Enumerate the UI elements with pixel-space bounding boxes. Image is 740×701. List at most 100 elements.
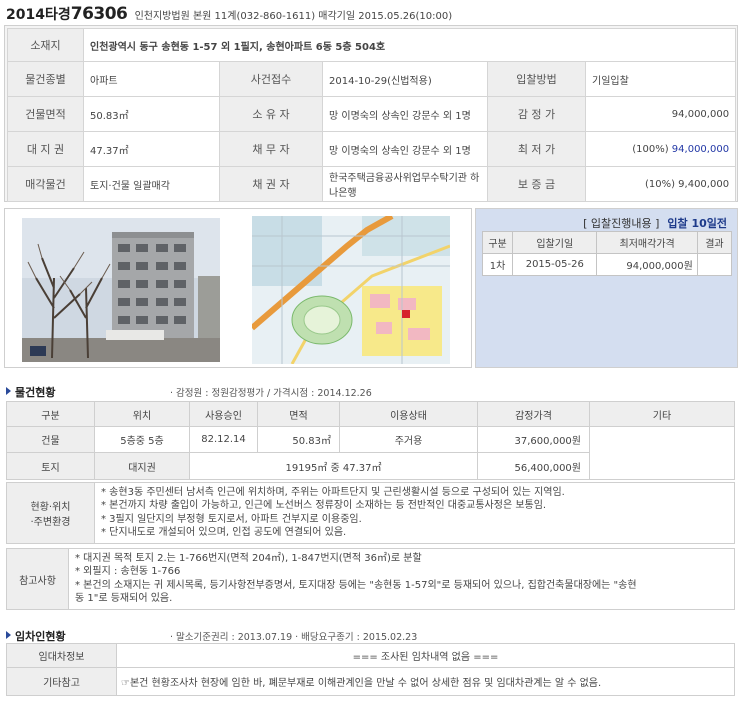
case-header: 2014타경76306 인천지방법원 본원 11계(032-860-1611) … [6, 4, 736, 24]
bid-col-date: 입찰기일 [512, 231, 598, 254]
tenant-info-row: 임대차정보 === 조사된 임차내역 없음 === [6, 643, 735, 668]
status-col-use: 이용상태 [339, 401, 478, 427]
case-info-table: 소재지 인천광역시 동구 송현동 1-57 외 1필지, 송현아파트 6동 5층… [7, 28, 737, 202]
status-title-text: 물건현황 [15, 386, 56, 399]
bid-progress-title: [ 입찰진행내용 ] 입찰 10일전 [583, 215, 727, 231]
surroundings-label-line2: ·주변환경 [30, 517, 71, 528]
building-use: 주거용 [339, 426, 478, 453]
building-approval: 82.12.14 [189, 426, 258, 453]
tenant-etc-value: ☞본건 현황조사차 현장에 임한 바, 폐문부재로 이해관계인을 만날 수 없어… [116, 667, 735, 696]
bid-result [696, 253, 733, 276]
owner-value: 망 이명숙의 상속인 강문수 외 1명 [322, 96, 488, 132]
debtor-value: 망 이명숙의 상속인 강문수 외 1명 [322, 131, 488, 167]
deposit-value: (10%) 9,400,000 [584, 166, 737, 202]
bid-date: 2015-05-26 [512, 253, 598, 276]
tenant-table: 임대차정보 === 조사된 임차내역 없음 === 기타참고 ☞본건 현황조사차… [6, 643, 735, 696]
reference-text: * 대지권 목적 토지 2.는 1-766번지(면적 204㎡), 1-847번… [68, 548, 735, 610]
bid-method-label: 입찰방법 [487, 61, 586, 97]
minimum-price-value: (100%) 94,000,000 [584, 131, 737, 167]
sale-object-label: 매각물건 [7, 166, 84, 202]
tenant-info-label: 임대차정보 [6, 643, 117, 668]
appraisal-value: 94,000,000 [584, 96, 737, 132]
location-map[interactable] [252, 216, 450, 364]
status-col-price: 감정가격 [477, 401, 590, 427]
tenant-info-value: === 조사된 임차내역 없음 === [116, 643, 735, 668]
bid-col-price: 최저매각가격 [596, 231, 698, 254]
court-info: 인천지방법원 본원 11계(032-860-1611) 매각기일 2015.05… [134, 11, 453, 22]
case-number: 76306 [70, 4, 128, 24]
bid-table: 구분 입찰기일 최저매각가격 결과 1차 2015-05-26 94,000,0… [481, 231, 733, 276]
minimum-price-amount: 94,000,000 [671, 143, 730, 155]
bid-countdown: 입찰 10일전 [667, 217, 727, 230]
property-type-label: 물건종별 [7, 61, 84, 97]
building-area: 50.83㎡ [257, 426, 340, 453]
reference-label: 참고사항 [6, 548, 69, 610]
tenant-etc-label: 기타참고 [6, 667, 117, 696]
address-label: 소재지 [7, 28, 84, 62]
photo-panel [4, 208, 472, 368]
surroundings-label-line1: 현황·위치 [30, 502, 71, 513]
bid-method-value: 기일입찰 [584, 61, 737, 97]
creditor-label: 채 권 자 [219, 166, 323, 202]
status-col-location: 위치 [94, 401, 190, 427]
status-col-etc: 기타 [589, 401, 735, 427]
bid-col-round: 구분 [481, 231, 514, 254]
status-table: 구분 위치 사용승인 면적 이용상태 감정가격 기타 건물 5층중 5층 82.… [6, 401, 735, 480]
surroundings-line: * 단지내도로 개설되어 있으며, 인접 공도에 연결되어 있음. [101, 526, 347, 538]
creditor-value: 한국주택금융공사위업무수탁기관 하나은행 [322, 166, 488, 202]
land-price: 56,400,000원 [477, 452, 590, 480]
land-type: 토지 [6, 452, 95, 480]
bid-price: 94,000,000원 [596, 253, 698, 276]
bid-col-result: 결과 [696, 231, 733, 254]
reference-line: 동 1"로 등재되어 있음. [75, 592, 173, 604]
status-col-area: 면적 [257, 401, 340, 427]
status-row-building: 건물 5층중 5층 82.12.14 50.83㎡ 주거용 37,600,000… [6, 426, 735, 480]
debtor-label: 채 무 자 [219, 131, 323, 167]
case-info-panel: 소재지 인천광역시 동구 송현동 1-57 외 1필지, 송현아파트 6동 5층… [4, 25, 738, 202]
owner-label: 소 유 자 [219, 96, 323, 132]
tenant-section-subtitle: · 말소기준권리 : 2013.07.19 · 배당요구종기 : 2015.02… [170, 632, 418, 643]
building-type: 건물 [6, 426, 95, 453]
building-location: 5층중 5층 [94, 426, 190, 453]
address-value: 인천광역시 동구 송현동 1-57 외 1필지, 송현아파트 6동 5층 504… [82, 28, 737, 62]
bid-progress-panel: [ 입찰진행내용 ] 입찰 10일전 구분 입찰기일 최저매각가격 결과 1차 2… [475, 208, 738, 368]
land-area: 19195㎡ 중 47.37㎡ [189, 452, 478, 480]
surroundings-line: * 3필지 일단지의 부정형 토지로서, 아파트 건부지로 이용중임. [101, 513, 362, 525]
reference-line: * 본건의 소재지는 귀 제시목록, 등기사항전부증명서, 토지대장 등에는 "… [75, 579, 637, 591]
tenant-etc-row: 기타참고 ☞본건 현황조사차 현장에 임한 바, 폐문부재로 이해관계인을 만날… [6, 667, 735, 696]
status-col-approval: 사용승인 [189, 401, 258, 427]
bid-row: 1차 2015-05-26 94,000,000원 [481, 253, 733, 276]
reference-line: * 외필지 : 송현동 1-766 [75, 566, 181, 578]
building-area-value: 50.83㎡ [83, 96, 220, 132]
surroundings-text: * 송현3동 주민센터 남서측 인근에 위치하며, 주위는 아파트단지 및 근린… [94, 482, 735, 544]
property-type-value: 아파트 [83, 61, 220, 97]
land-location: 대지권 [94, 452, 190, 480]
bid-progress-heading: [ 입찰진행내용 ] [583, 217, 660, 230]
surroundings-label: 현황·위치 ·주변환경 [6, 482, 95, 544]
sale-object-value: 토지·건물 일괄매각 [83, 166, 220, 202]
status-col-type: 구분 [6, 401, 95, 427]
tenant-section-title: 임차인현황 [6, 628, 66, 644]
status-etc-cell [589, 426, 735, 480]
case-year: 2014타경 [6, 7, 71, 23]
status-section-subtitle: · 감정원 : 정원감정평가 / 가격시점 : 2014.12.26 [170, 388, 372, 399]
tenant-title-text: 임차인현황 [15, 630, 66, 643]
surroundings-table: 현황·위치 ·주변환경 * 송현3동 주민센터 남서측 인근에 위치하며, 주위… [6, 482, 735, 544]
building-photo[interactable] [22, 218, 220, 362]
surroundings-line: * 본건까지 차량 출입이 가능하고, 인근에 노선버스 정류장이 소재하는 등… [101, 500, 547, 512]
case-receipt-label: 사건접수 [219, 61, 323, 97]
land-right-value: 47.37㎡ [83, 131, 220, 167]
status-section-title: 물건현황 [6, 384, 55, 400]
minimum-price-label: 최 저 가 [487, 131, 586, 167]
bid-round: 1차 [481, 253, 514, 276]
building-area-label: 건물면적 [7, 96, 84, 132]
deposit-label: 보 증 금 [487, 166, 586, 202]
case-receipt-value: 2014-10-29(신법적용) [322, 61, 488, 97]
surroundings-line: * 송현3동 주민센터 남서측 인근에 위치하며, 주위는 아파트단지 및 근린… [101, 487, 565, 498]
reference-table: 참고사항 * 대지권 목적 토지 2.는 1-766번지(면적 204㎡), 1… [6, 548, 735, 610]
appraisal-label: 감 정 가 [487, 96, 586, 132]
minimum-price-percent: (100%) [632, 143, 669, 155]
reference-line: * 대지권 목적 토지 2.는 1-766번지(면적 204㎡), 1-847번… [75, 553, 422, 564]
building-price: 37,600,000원 [477, 426, 590, 453]
land-right-label: 대 지 권 [7, 131, 84, 167]
